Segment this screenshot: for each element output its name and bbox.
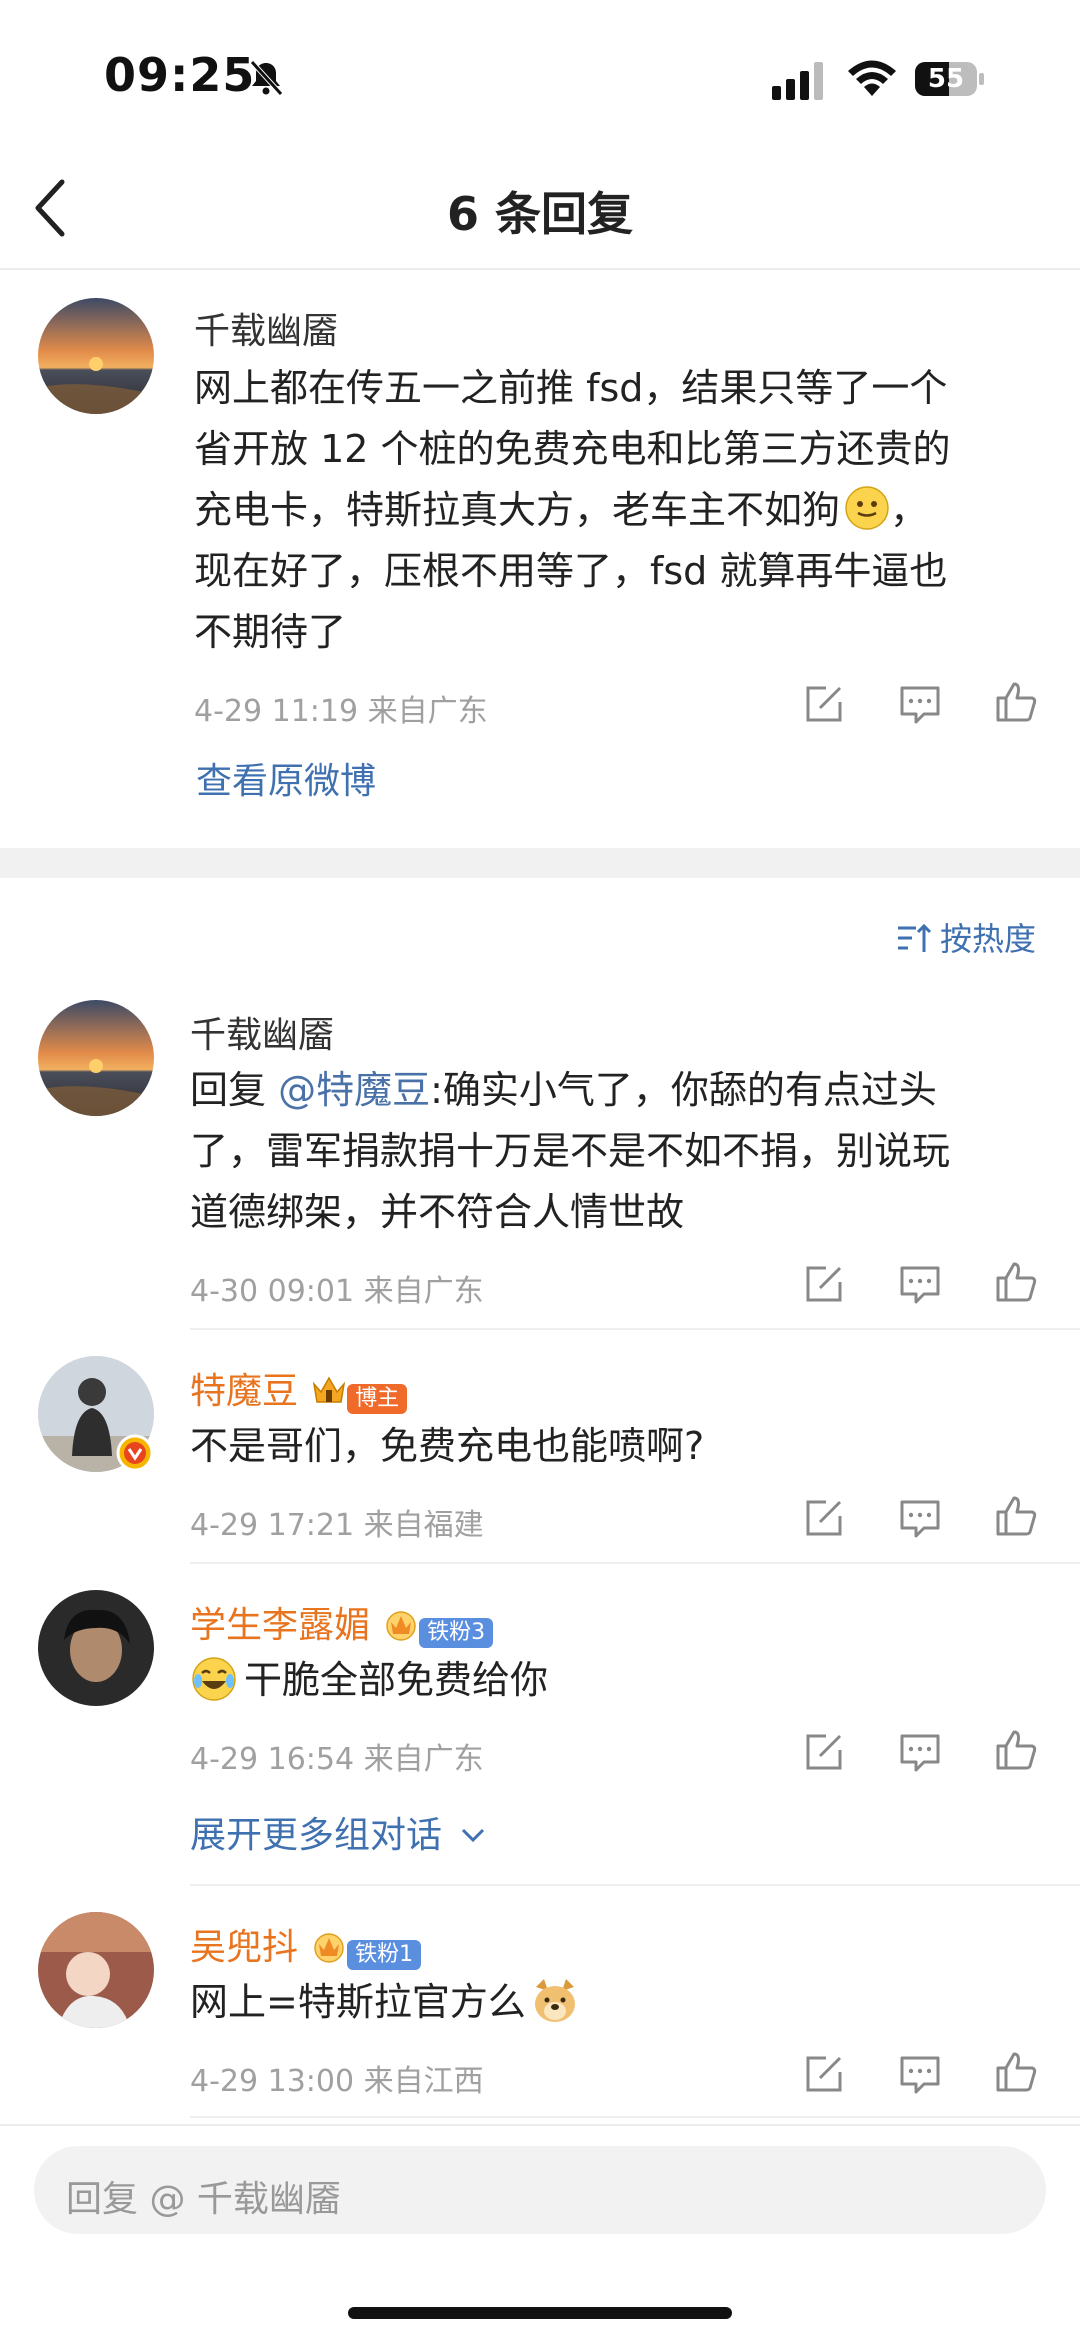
username[interactable]: 千载幽靥 (194, 302, 338, 354)
reply-line-text: :确实小气了，你舔的有点过头 (430, 1068, 937, 1112)
chevron-down-icon (462, 1828, 485, 1843)
like-icon[interactable] (994, 1728, 1038, 1772)
username-row: 吴兜抖 铁粉1 (190, 1918, 422, 1970)
username-row: 特魔豆 博主 (190, 1362, 408, 1414)
comment-line: 网上都在传五一之前推 fsd，结果只等了一个 (194, 366, 948, 410)
view-original-link[interactable]: 查看原微博 (196, 752, 376, 804)
reply-text: 回复 @特魔豆:确实小气了，你舔的有点过头 了，雷军捐款捐十万是不是不如不捐，别… (190, 1060, 1070, 1243)
comment-punct: ， (890, 488, 929, 532)
reply-text-content: 干脆全部免费给你 (244, 1658, 549, 1702)
battery-indicator: 55 (914, 60, 986, 98)
home-indicator[interactable] (348, 2307, 732, 2319)
comment-line: 充电卡，特斯拉真大方，老车主不如狗 ， (194, 480, 1074, 541)
sort-icon (898, 923, 932, 952)
share-icon[interactable] (802, 1496, 846, 1540)
portrait-avatar-image (38, 1590, 154, 1706)
fan-badge: 铁粉1 (347, 1939, 422, 1970)
sunset-avatar-image (38, 298, 154, 414)
reply-divider (190, 1884, 1080, 1886)
crown-icon (312, 1376, 346, 1403)
avatar[interactable] (38, 1590, 154, 1706)
comment-line-text: 充电卡，特斯拉真大方，老车主不如狗 (194, 488, 841, 532)
avatar[interactable] (38, 1000, 154, 1116)
comment-line: 不期待了 (194, 610, 347, 654)
share-icon[interactable] (802, 1730, 846, 1774)
reply-text: 不是哥们，免费充电也能喷啊? (190, 1424, 705, 1468)
page-title: 6 条回复 (446, 187, 634, 241)
reply-text: 网上=特斯拉官方么 (190, 1972, 1070, 2033)
section-gap (0, 848, 1080, 878)
fan-crown-icon (386, 1611, 416, 1641)
like-icon[interactable] (994, 680, 1038, 724)
username[interactable]: 千载幽靥 (190, 1006, 334, 1058)
status-time: 09:25 (104, 48, 256, 102)
mention-link[interactable]: @特魔豆 (278, 1068, 430, 1112)
reply-meta: 4-30 09:01 来自广东 (190, 1274, 484, 1309)
fan-crown-icon (314, 1933, 344, 1963)
reply-text-content: 网上=特斯拉官方么 (190, 1980, 526, 2024)
username[interactable]: 特魔豆 (190, 1371, 298, 1412)
reply-divider (190, 1328, 1080, 1330)
like-icon[interactable] (994, 2050, 1038, 2094)
comment-line: 省开放 12 个桩的免费充电和比第三方还贵的 (194, 427, 951, 471)
doge-emoji-icon (534, 1979, 575, 2022)
comment-icon[interactable] (898, 1496, 942, 1540)
comment-line: 现在好了，压根不用等了，fsd 就算再牛逼也 (194, 549, 948, 593)
share-icon[interactable] (802, 1262, 846, 1306)
reply-text: 干脆全部免费给你 (190, 1650, 1070, 1711)
reply-meta: 4-29 16:54 来自广东 (190, 1742, 484, 1777)
avatar[interactable] (38, 1912, 154, 2028)
comment-meta: 4-29 11:19 来自广东 (194, 694, 488, 729)
reply-divider (190, 2116, 1080, 2118)
verified-badge-icon (116, 1434, 154, 1472)
reply-meta: 4-29 13:00 来自江西 (190, 2064, 484, 2099)
username[interactable]: 吴兜抖 (190, 1927, 298, 1968)
share-icon[interactable] (802, 2052, 846, 2096)
comment-icon[interactable] (898, 2052, 942, 2096)
username[interactable]: 学生李露媚 (190, 1605, 370, 1646)
like-icon[interactable] (994, 1260, 1038, 1304)
reply-line: 了，雷军捐款捐十万是不是不如不捐，别说玩 (190, 1129, 951, 1173)
reply-input-placeholder[interactable]: 回复 @ 千载幽靥 (66, 2170, 341, 2222)
bell-muted-icon (250, 60, 283, 96)
comment-icon[interactable] (898, 682, 942, 726)
username-row: 学生李露媚 铁粉3 (190, 1596, 494, 1648)
sunset-avatar-image (38, 1000, 154, 1116)
battery-level: 55 (927, 64, 965, 94)
avatar[interactable] (38, 298, 154, 414)
expand-conversation-link[interactable]: 展开更多组对话 (190, 1806, 487, 1858)
blogger-badge: 博主 (347, 1383, 408, 1414)
share-icon[interactable] (802, 682, 846, 726)
reply-meta: 4-29 17:21 来自福建 (190, 1508, 484, 1543)
reply-divider (190, 1562, 1080, 1564)
smile-emoji-icon (845, 486, 889, 530)
wifi-icon (848, 60, 896, 96)
nav-divider (0, 268, 1080, 270)
bottom-divider (0, 2124, 1080, 2126)
fan-badge: 铁粉3 (419, 1617, 494, 1648)
reply-line: 道德绑架，并不符合人情世故 (190, 1190, 685, 1234)
laugh-cry-emoji-icon (192, 1657, 236, 1701)
cellular-signal-icon (772, 62, 823, 100)
comment-icon[interactable] (898, 1730, 942, 1774)
sort-button[interactable]: 按热度 (896, 914, 1036, 960)
like-icon[interactable] (994, 1494, 1038, 1538)
reply-prefix: 回复 (190, 1068, 279, 1112)
sort-label: 按热度 (940, 920, 1037, 958)
child-avatar-image (38, 1912, 154, 2028)
expand-label: 展开更多组对话 (190, 1815, 443, 1856)
reply-line: 回复 @特魔豆:确实小气了，你舔的有点过头 (190, 1060, 1070, 1121)
comment-icon[interactable] (898, 1262, 942, 1306)
comment-text: 网上都在传五一之前推 fsd，结果只等了一个 省开放 12 个桩的免费充电和比第… (194, 358, 1074, 663)
